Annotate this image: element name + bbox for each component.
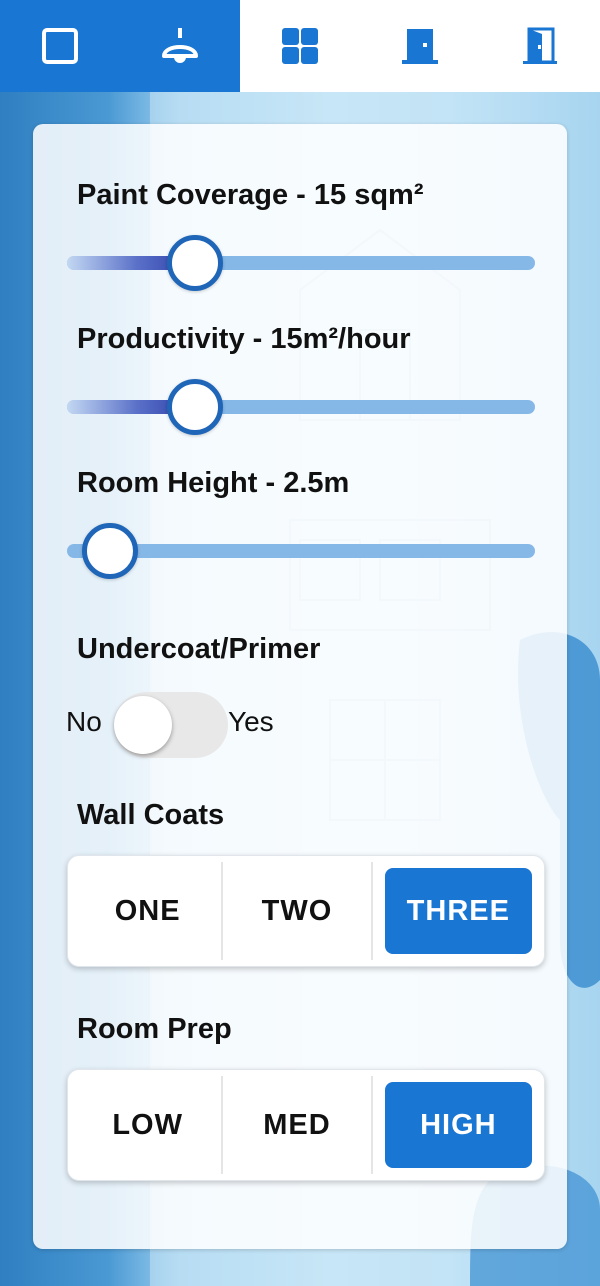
- room-height-slider[interactable]: [67, 523, 535, 579]
- paint-coverage-slider[interactable]: [67, 235, 535, 291]
- room-prep-option-high[interactable]: HIGH: [384, 1082, 532, 1168]
- room-prep-selector: LOW MED HIGH: [67, 1069, 545, 1181]
- wall-coats-option-three[interactable]: THREE: [384, 868, 532, 954]
- top-tab-bar: [0, 0, 600, 92]
- tab-room[interactable]: [0, 0, 120, 92]
- paint-coverage-label: Paint Coverage - 15 sqm²: [77, 179, 424, 211]
- undercoat-toggle[interactable]: [114, 692, 228, 758]
- wall-coats-option-one[interactable]: ONE: [74, 862, 224, 960]
- tab-door-frames[interactable]: [480, 0, 600, 92]
- slider-thumb[interactable]: [167, 235, 223, 291]
- undercoat-label: Undercoat/Primer: [77, 633, 321, 665]
- room-height-label: Room Height - 2.5m: [77, 467, 350, 499]
- toggle-knob: [114, 696, 172, 754]
- settings-panel: Paint Coverage - 15 sqm² Productivity - …: [33, 124, 567, 1249]
- wall-coats-option-two[interactable]: TWO: [223, 862, 373, 960]
- window-icon: [282, 28, 318, 64]
- toggle-off-label: No: [66, 706, 102, 737]
- door-icon: [402, 29, 438, 64]
- productivity-slider[interactable]: [67, 379, 535, 435]
- slider-thumb[interactable]: [82, 523, 139, 579]
- wall-coats-label: Wall Coats: [77, 799, 225, 831]
- room-prep-option-low[interactable]: LOW: [74, 1076, 224, 1174]
- productivity-label: Productivity - 15m²/hour: [77, 323, 411, 355]
- undercoat-toggle-row: No Yes: [66, 686, 366, 758]
- room-prep-option-med[interactable]: MED: [223, 1076, 373, 1174]
- toggle-on-label: Yes: [228, 706, 274, 737]
- tab-doors[interactable]: [360, 0, 480, 92]
- ceiling-lamp-icon: [162, 28, 198, 63]
- room-prep-label: Room Prep: [77, 1013, 232, 1045]
- tab-ceiling[interactable]: [120, 0, 240, 92]
- wall-coats-selector: ONE TWO THREE: [67, 855, 545, 967]
- door-frame-icon: [523, 27, 557, 64]
- tab-windows[interactable]: [240, 0, 360, 92]
- slider-thumb[interactable]: [167, 379, 223, 435]
- square-outline-icon: [42, 28, 78, 64]
